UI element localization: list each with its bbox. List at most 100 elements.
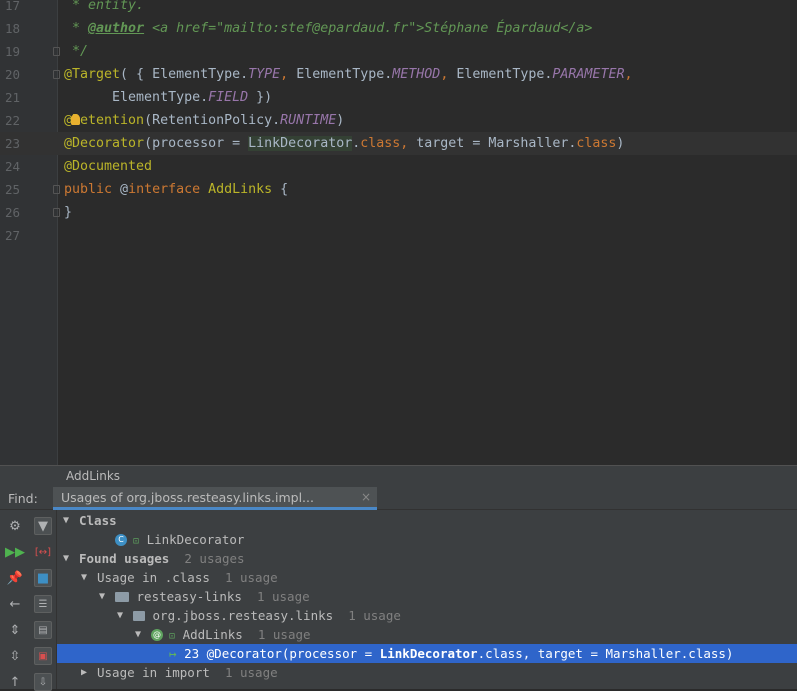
tree-node[interactable]: C ⊡ LinkDecorator: [57, 530, 797, 549]
collapse-all-icon[interactable]: ⇳: [6, 647, 24, 665]
fold-marker-icon[interactable]: [53, 47, 60, 56]
find-toolwindow-header: Find: Usages of org.jboss.resteasy.links…: [0, 487, 797, 510]
chevron-down-icon[interactable]: ▼: [135, 625, 141, 644]
close-icon[interactable]: ×: [361, 490, 371, 504]
code-line[interactable]: 20 @Target( { ElementType.TYPE, ElementTy…: [0, 63, 797, 86]
breadcrumb-item[interactable]: AddLinks: [66, 469, 120, 483]
line-number: 19: [4, 44, 20, 59]
class-icon: C: [115, 533, 127, 546]
code-text: @Target( { ElementType.TYPE, ElementType…: [64, 63, 632, 86]
find-tab[interactable]: Usages of org.jboss.resteasy.links.impl.…: [53, 487, 377, 510]
chevron-down-icon[interactable]: ▼: [63, 511, 69, 530]
fold-marker-icon[interactable]: [53, 70, 60, 79]
code-text: @Retention(RetentionPolicy.RUNTIME): [64, 109, 344, 132]
usage-icon: ↦: [169, 646, 177, 661]
merge-icon[interactable]: [↔]: [34, 543, 52, 561]
usage-count: 1 usage: [241, 589, 310, 604]
tree-node[interactable]: ▼ @ ⊡ AddLinks 1 usage: [57, 625, 797, 644]
code-token: <a href="mailto:stef@epardaud.fr">: [152, 21, 425, 36]
filter-icon[interactable]: ▼: [34, 517, 52, 535]
tree-node[interactable]: ▼ Usage in .class 1 usage: [57, 568, 797, 587]
chevron-right-icon[interactable]: ▶: [81, 663, 87, 682]
code-token: @: [120, 182, 129, 197]
code-token: ,: [624, 67, 633, 82]
code-token: @Target: [64, 67, 121, 82]
tree-node[interactable]: ▼ Found usages 2 usages: [57, 549, 797, 568]
code-text: @Decorator(processor = LinkDecorator.cla…: [64, 132, 624, 155]
line-number: 23: [4, 136, 20, 151]
code-line[interactable]: 17 * entity.: [0, 0, 797, 17]
usages-tree[interactable]: ▼ Class C ⊡ LinkDecorator ▼ Found usages 2 u…: [57, 510, 797, 689]
chevron-down-icon[interactable]: ▼: [117, 606, 123, 625]
gear-icon[interactable]: ⚙: [6, 517, 24, 535]
code-token: }: [64, 205, 73, 220]
fold-marker-icon[interactable]: [53, 208, 60, 217]
up-icon[interactable]: ↑: [6, 673, 24, 691]
code-token: ( { ElementType.: [120, 67, 249, 82]
code-text: @Documented: [64, 155, 152, 178]
back-icon[interactable]: ←: [6, 595, 24, 613]
code-token: *: [64, 21, 89, 36]
code-line[interactable]: 21 ElementType.FIELD }): [0, 86, 797, 109]
code-token: public: [64, 182, 121, 197]
code-line[interactable]: 23 @Decorator(processor = LinkDecorator.c…: [0, 132, 797, 155]
tree-node[interactable]: ▼ resteasy-links 1 usage: [57, 587, 797, 606]
export-icon[interactable]: ⇩: [34, 673, 52, 691]
code-text: public @interface AddLinks {: [64, 178, 288, 201]
module-icon: [115, 591, 129, 602]
code-line[interactable]: 25 public @interface AddLinks {: [0, 178, 797, 201]
module-group-icon[interactable]: ■: [34, 569, 52, 587]
line-number: 26: [4, 205, 20, 220]
package-group-icon[interactable]: ☰: [34, 595, 52, 613]
preview-icon[interactable]: ▣: [34, 647, 52, 665]
usage-row-selected[interactable]: ↦ 23 @Decorator(processor = LinkDecorato…: [57, 644, 797, 663]
tree-node-label: org.jboss.resteasy.links: [152, 608, 334, 623]
rerun-icon[interactable]: ▶▶: [5, 543, 25, 561]
code-token: @Decorator: [64, 136, 145, 151]
usage-count: 1 usage: [242, 627, 311, 642]
tree-node[interactable]: ▼ Class: [57, 511, 797, 530]
code-token: ElementType.: [64, 90, 209, 105]
visibility-icon: ⊡: [127, 536, 140, 547]
code-token: }): [248, 90, 273, 105]
code-token: class: [576, 136, 617, 151]
code-line[interactable]: 18 * @author <a href="mailto:stef@eparda…: [0, 17, 797, 40]
expand-all-icon[interactable]: ⇕: [6, 621, 24, 639]
code-line[interactable]: 22 @Retention(RetentionPolicy.RUNTIME): [0, 109, 797, 132]
lightbulb-icon[interactable]: [71, 113, 81, 125]
code-token: PARAMETER: [552, 67, 625, 82]
code-token: Retention: [72, 113, 145, 128]
code-token: Stéphane Épardaud: [424, 21, 561, 36]
visibility-icon: ⊡: [163, 631, 176, 642]
code-token: @Documented: [64, 159, 153, 174]
pin-icon[interactable]: 📌: [6, 569, 24, 587]
fold-marker-icon[interactable]: [53, 185, 60, 194]
code-token: @author: [88, 21, 145, 36]
code-token: TYPE: [248, 67, 281, 82]
code-token: AddLinks: [208, 182, 273, 197]
chevron-down-icon[interactable]: ▼: [81, 568, 87, 587]
line-number: 22: [4, 113, 20, 128]
tree-node[interactable]: ▶ Usage in import 1 usage: [57, 663, 797, 682]
tree-node-label: Class: [79, 513, 117, 528]
code-line[interactable]: 27: [0, 224, 797, 247]
line-number: 21: [4, 90, 20, 105]
chevron-down-icon[interactable]: ▼: [99, 587, 105, 606]
tree-node-label: Usage in import: [97, 665, 210, 680]
code-token: ): [336, 113, 345, 128]
code-line[interactable]: 24 @Documented: [0, 155, 797, 178]
code-token: RUNTIME: [280, 113, 337, 128]
code-line[interactable]: 26}: [0, 201, 797, 224]
code-token: */: [64, 44, 89, 59]
file-group-icon[interactable]: ▤: [34, 621, 52, 639]
code-token: ): [616, 136, 625, 151]
code-token: ,: [440, 67, 457, 82]
chevron-down-icon[interactable]: ▼: [63, 549, 69, 568]
code-editor[interactable]: 17 * entity. 18 * @author <a href="mailto…: [0, 0, 797, 465]
code-token: ElementType.: [296, 67, 393, 82]
tree-node[interactable]: ▼ org.jboss.resteasy.links 1 usage: [57, 606, 797, 625]
tree-node-label: Found usages: [79, 551, 170, 566]
code-line[interactable]: 19 */: [0, 40, 797, 63]
line-number: 27: [4, 228, 20, 243]
usage-count: 2 usages: [169, 551, 245, 566]
